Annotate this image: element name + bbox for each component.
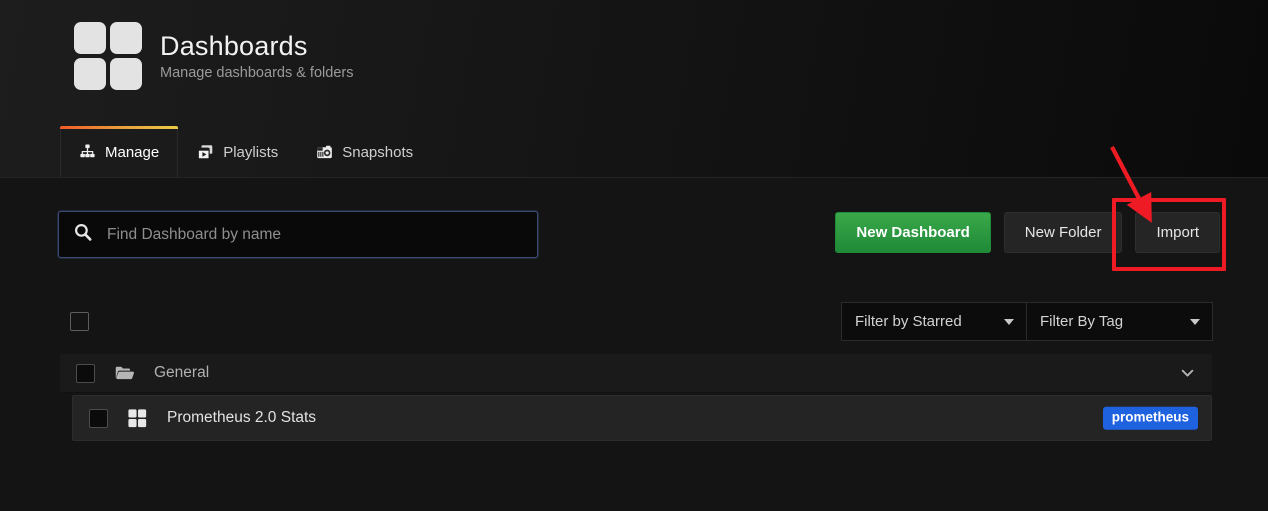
dashboard-grid-icon bbox=[74, 22, 142, 90]
dashboard-grid-icon bbox=[128, 408, 147, 428]
folder-row-general[interactable]: General bbox=[60, 354, 1212, 393]
caret-down-icon bbox=[1004, 318, 1014, 325]
filter-by-starred-select[interactable]: Filter by Starred bbox=[841, 302, 1027, 341]
page-title: Dashboards bbox=[160, 31, 308, 62]
tab-playlists-label: Playlists bbox=[223, 143, 279, 161]
camera-retro-icon bbox=[316, 144, 333, 161]
folder-checkbox[interactable] bbox=[76, 363, 95, 383]
tab-playlists[interactable]: Playlists bbox=[178, 126, 297, 177]
page-header: Dashboards Manage dashboards & folders M… bbox=[0, 0, 1268, 178]
folder-name: General bbox=[154, 364, 210, 381]
dashboard-rows: Prometheus 2.0 Stats prometheus bbox=[60, 393, 1212, 441]
tab-manage-label: Manage bbox=[105, 143, 160, 161]
search-input[interactable] bbox=[107, 225, 523, 244]
tab-manage[interactable]: Manage bbox=[60, 126, 179, 177]
sitemap-icon bbox=[79, 144, 96, 161]
dashboards-page: Dashboards Manage dashboards & folders M… bbox=[0, 0, 1268, 511]
import-button[interactable]: Import bbox=[1135, 212, 1220, 253]
caret-down-icon bbox=[1190, 318, 1200, 325]
page-header-title-block: Dashboards Manage dashboards & folders bbox=[74, 22, 353, 90]
filter-by-tag-select[interactable]: Filter By Tag bbox=[1027, 302, 1213, 341]
dashboard-tag-list: prometheus bbox=[1102, 406, 1198, 430]
page-subtitle: Manage dashboards & folders bbox=[160, 64, 354, 81]
tab-snapshots[interactable]: Snapshots bbox=[297, 126, 432, 177]
clone-window-icon bbox=[197, 144, 214, 161]
chevron-down-icon[interactable] bbox=[1179, 365, 1196, 382]
tab-bar: Manage Playlists Snapshots bbox=[60, 125, 432, 177]
dashboard-name: Prometheus 2.0 Stats bbox=[167, 409, 317, 426]
action-button-group: New Dashboard New Folder Import bbox=[835, 212, 1220, 253]
folder-open-icon bbox=[115, 365, 134, 381]
dashboard-checkbox[interactable] bbox=[89, 408, 108, 428]
new-dashboard-button[interactable]: New Dashboard bbox=[835, 212, 991, 253]
tag-badge[interactable]: prometheus bbox=[1102, 406, 1198, 430]
dashboard-row[interactable]: Prometheus 2.0 Stats prometheus bbox=[72, 395, 1212, 441]
filter-by-tag-label: Filter By Tag bbox=[1040, 313, 1124, 330]
tab-snapshots-label: Snapshots bbox=[342, 143, 414, 161]
filter-group: Filter by Starred Filter By Tag bbox=[841, 302, 1213, 341]
filter-by-starred-label: Filter by Starred bbox=[855, 313, 962, 330]
select-all-checkbox[interactable] bbox=[70, 312, 89, 331]
new-folder-button[interactable]: New Folder bbox=[1003, 212, 1123, 253]
dashboard-results-list: General Prometheus 2.0 Stats prometheus bbox=[60, 354, 1212, 441]
search-bar[interactable] bbox=[58, 211, 538, 258]
search-icon bbox=[73, 222, 93, 247]
